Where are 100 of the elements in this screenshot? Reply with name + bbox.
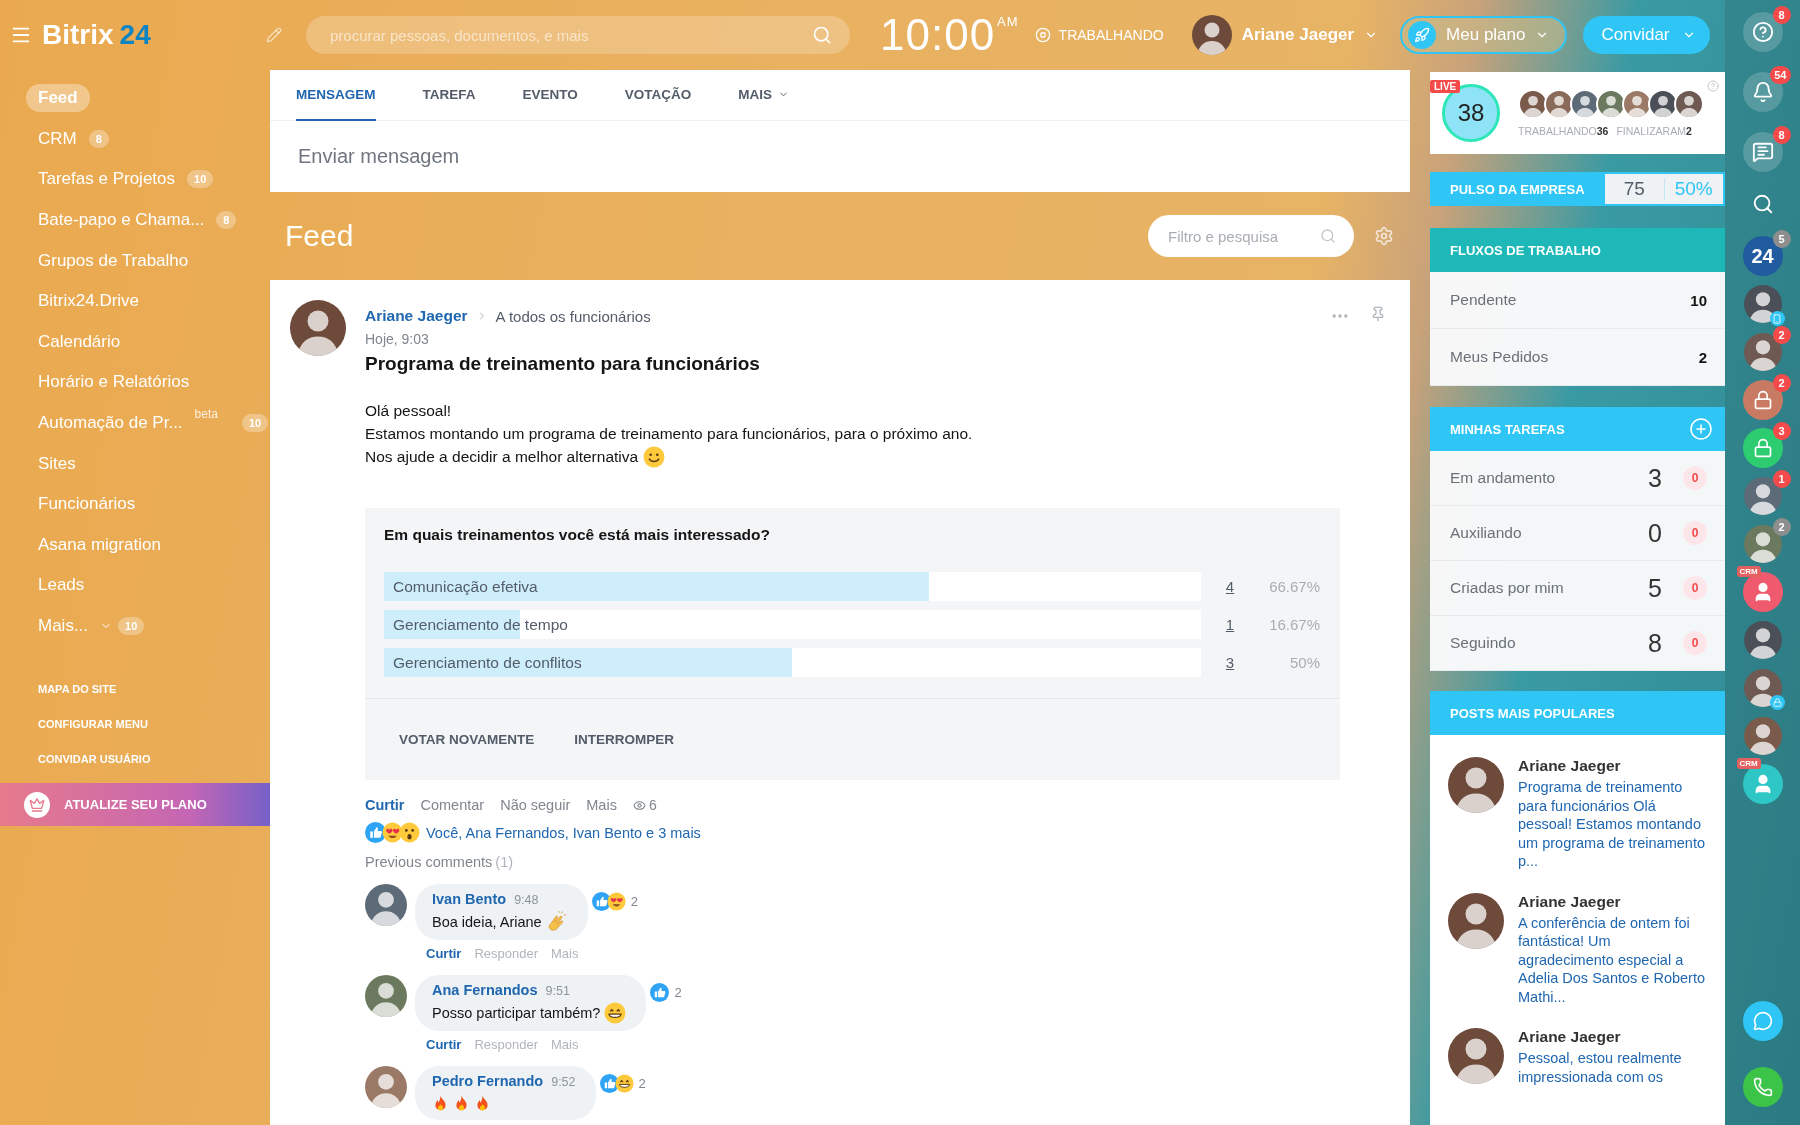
- composer-tab[interactable]: MENSAGEM: [296, 70, 376, 121]
- nav-label: Bate-papo e Chama...: [37, 209, 206, 232]
- vote-percent: 66.67%: [1268, 577, 1320, 595]
- row-label: Seguindo: [1450, 634, 1517, 652]
- nav-label: Asana migration: [37, 533, 162, 556]
- nav-label: Calendário: [37, 330, 122, 353]
- nav-item[interactable]: Bate-papo e Chama... 8: [0, 199, 270, 241]
- poll-question: Em quais treinamentos você está mais interessado?: [384, 526, 771, 544]
- post-author: Ariane Jaeger: [1518, 757, 1622, 775]
- nav-item[interactable]: Asana migration: [0, 524, 270, 566]
- message-field[interactable]: Enviar mensagem: [270, 121, 1410, 192]
- overdue-count: 0: [1683, 521, 1707, 545]
- post-title: Programa de treinamento para funcionários: [365, 353, 761, 375]
- section-title: MINHAS TAREFAS: [1450, 421, 1565, 437]
- pulse-value: 75: [1605, 178, 1665, 200]
- task-row[interactable]: Auxiliando 0 0: [1430, 506, 1725, 561]
- sidebar-link[interactable]: MAPA DO SITE: [0, 672, 270, 708]
- post-action-link[interactable]: Curtir: [365, 797, 405, 813]
- post-action-link[interactable]: Mais: [586, 797, 617, 813]
- composer-tab[interactable]: MAIS: [738, 70, 790, 121]
- count-badge: 8: [1772, 6, 1791, 24]
- nav-item[interactable]: Mais... 10: [0, 605, 270, 647]
- overdue-count: 0: [1683, 631, 1707, 655]
- comment-author[interactable]: Ivan Bento: [432, 891, 507, 907]
- comment-action-link[interactable]: Curtir: [426, 1037, 462, 1052]
- comment-action-link[interactable]: Mais: [551, 946, 579, 961]
- filter-search-field[interactable]: Filtro e pesquisa: [1148, 215, 1354, 257]
- poll-action-button[interactable]: INTERROMPER: [574, 732, 675, 747]
- post-link[interactable]: Pessoal, estou realmente impressionada com os: [1518, 1049, 1710, 1086]
- post-action-link[interactable]: Comentar: [420, 797, 485, 813]
- composer-tab[interactable]: EVENTO: [522, 70, 578, 121]
- composer-tab[interactable]: TAREFA: [422, 70, 476, 121]
- logo[interactable]: Bitrix 24: [42, 19, 151, 51]
- workflow-row[interactable]: Meus Pedidos 2: [1430, 329, 1725, 386]
- nav-item[interactable]: Leads: [0, 565, 270, 606]
- post-action-link[interactable]: Não seguir: [500, 797, 571, 813]
- row-value: 2: [1698, 348, 1707, 366]
- row-label: Em andamento: [1450, 469, 1557, 487]
- count-badge: 2: [1772, 326, 1791, 344]
- post-link[interactable]: Programa de treinamento para funcionários Olá pessoal! Estamos montando um programa de treinamento p...: [1518, 778, 1710, 871]
- comment-action-link[interactable]: Responder: [474, 946, 538, 961]
- comment-action-link[interactable]: Responder: [474, 1037, 538, 1052]
- row-label: Criadas por mim: [1450, 579, 1565, 597]
- count-badge: 54: [1770, 66, 1791, 84]
- reactions-link[interactable]: Você, Ana Fernandos, Ivan Bento e 3 mais: [426, 824, 701, 841]
- previous-comments-link[interactable]: Previous comments (1): [365, 854, 1386, 870]
- task-row[interactable]: Criadas por mim 5 0: [1430, 561, 1725, 616]
- post-author: Ariane Jaeger: [1518, 1028, 1622, 1046]
- working-count: TRABALHANDO36: [1518, 125, 1609, 137]
- comment-author[interactable]: Ana Fernandos: [432, 982, 538, 998]
- plan-button[interactable]: Meu plano: [1400, 16, 1568, 54]
- nav-item[interactable]: Bitrix24.Drive: [0, 280, 270, 322]
- vote-count-link[interactable]: 1: [1225, 615, 1238, 633]
- search-field[interactable]: procurar pessoas, documentos, e mais: [306, 16, 850, 54]
- comment-text: Boa ideia, Ariane: [432, 914, 542, 930]
- invite-button[interactable]: Convidar: [1583, 16, 1710, 54]
- reaction-count: 2: [638, 1076, 646, 1091]
- row-value: 0: [1647, 518, 1663, 548]
- comment-text: Posso participar também?: [432, 1005, 601, 1021]
- sidebar-link[interactable]: CONFIGURAR MENU: [0, 707, 270, 743]
- nav-item[interactable]: CRM 8: [0, 118, 270, 160]
- nav-label: Sites: [37, 452, 77, 475]
- nav-item[interactable]: Sites: [0, 443, 270, 484]
- vote-count-link[interactable]: 4: [1225, 577, 1238, 595]
- comment-action-link[interactable]: Mais: [551, 1037, 579, 1052]
- nav-label: Feed: [26, 84, 90, 113]
- poll-action-button[interactable]: VOTAR NOVAMENTE: [399, 732, 535, 747]
- upgrade-banner[interactable]: ATUALIZE SEU PLANO: [0, 783, 270, 827]
- nav-item[interactable]: Horário e Relatórios: [0, 362, 270, 403]
- nav-item[interactable]: Tarefas e Projetos 10: [0, 159, 270, 200]
- pulse-percent: 50%: [1673, 178, 1714, 200]
- count-badge: 10: [187, 170, 214, 189]
- comment-action-link[interactable]: Curtir: [426, 946, 462, 961]
- count-badge: 2: [1772, 374, 1791, 392]
- count-badge: 3: [1772, 422, 1791, 440]
- nav-item[interactable]: Funcionários: [0, 483, 270, 525]
- search-input[interactable]: procurar pessoas, documentos, e mais: [328, 25, 812, 45]
- nav-item[interactable]: Grupos de Trabalho: [0, 240, 270, 281]
- author-link[interactable]: Ariane Jaeger: [365, 307, 468, 325]
- row-label: Meus Pedidos: [1450, 348, 1550, 366]
- nav-item[interactable]: Automação de Pr... beta 10: [0, 402, 270, 444]
- count-badge: 10: [241, 414, 269, 433]
- task-row[interactable]: Em andamento 3 0: [1430, 451, 1725, 506]
- comment-author[interactable]: Pedro Fernando: [432, 1073, 544, 1089]
- nav-item[interactable]: Calendário: [0, 321, 270, 363]
- row-value: 5: [1647, 573, 1663, 603]
- row-label: Auxiliando: [1450, 524, 1523, 542]
- task-row[interactable]: Seguindo 8 0: [1430, 616, 1725, 671]
- row-value: 8: [1647, 628, 1663, 658]
- vote-count-link[interactable]: 3: [1225, 653, 1238, 671]
- workflow-row[interactable]: Pendente 10: [1430, 272, 1725, 329]
- row-label: Pendente: [1450, 291, 1518, 309]
- views-count: 6: [632, 797, 657, 813]
- nav-label: Funcionários: [37, 493, 137, 516]
- sidebar-link[interactable]: CONVIDAR USUÁRIO: [0, 742, 270, 778]
- comment-time: 9:52: [551, 1075, 576, 1089]
- poll-option: Gerenciamento de tempo: [384, 615, 568, 633]
- post-time: Hoje, 9:03: [365, 331, 430, 347]
- post-link[interactable]: A conferência de ontem foi fantástica! Um agradecimento especial a Adelia Dos Santos e Roberto Mathi...: [1518, 913, 1710, 1006]
- composer-tab[interactable]: VOTAÇÃO: [624, 70, 692, 121]
